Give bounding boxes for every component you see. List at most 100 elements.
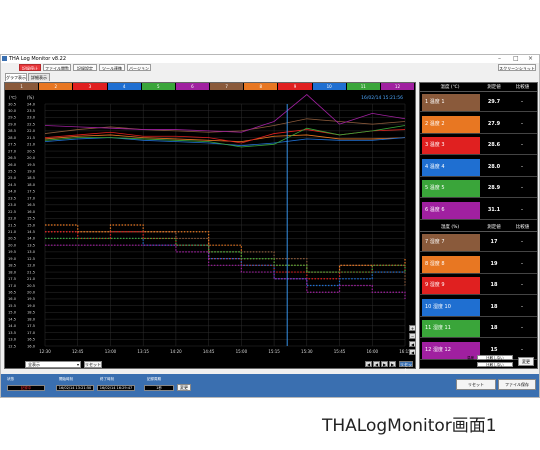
channel-header: 1 2 3 4 5 6 7 8 9 10 11 12 (5, 83, 416, 90)
save-file-button[interactable]: ファイル保存 (498, 379, 536, 390)
temp-header-compare: 比較値 (508, 83, 537, 92)
y-tick-left: 16.5 (8, 291, 16, 295)
scroll-right-fast-button[interactable]: ▶ (389, 361, 396, 367)
zoom-out-button[interactable]: − (409, 333, 416, 339)
y-tick-left: 17.5 (8, 277, 16, 281)
chevron-down-icon: ▾ (76, 362, 79, 367)
compare-humid-select[interactable]: 比較しない (477, 362, 513, 367)
scroll-left-fast-button[interactable]: ◀ (365, 361, 372, 367)
scroll-left-button[interactable]: ◀ (373, 361, 380, 367)
humid-row-compare: – (520, 303, 524, 310)
compare-temp-select[interactable]: 比較しない (477, 355, 513, 360)
tab-detail[interactable]: 詳細表示 (28, 73, 50, 81)
channel-tab-5[interactable]: 5 (141, 83, 176, 90)
temp-row-label[interactable]: 2 温度 2 (422, 115, 480, 133)
channel-tab-9[interactable]: 9 (278, 83, 313, 90)
y-tick-left: 13.5 (8, 331, 16, 335)
x-tick-label: 12:45 (72, 349, 84, 354)
humid-row-compare: – (520, 325, 524, 331)
humid-row-label[interactable]: 10 湿度 10 (422, 298, 480, 316)
humidity-series-line (45, 224, 406, 273)
app-window: THA Log Monitor v8.22 – □ × 記録停止 ファイル閲覧 … (0, 54, 540, 398)
scroll-down-button[interactable]: ◀ (409, 349, 416, 355)
y-tick-right: 16.0 (27, 210, 36, 214)
temp-row: 2 温度 2 27.9 – (420, 115, 537, 134)
scroll-right-button[interactable]: ▶ (381, 361, 388, 367)
channel-tab-6[interactable]: 6 (175, 83, 211, 90)
stop-record-button[interactable]: 記録停止 (19, 64, 41, 71)
close-icon[interactable]: × (528, 55, 533, 62)
y-tick-left: 29.5 (8, 116, 16, 120)
humid-row: 8 湿度 8 19 – (420, 255, 537, 274)
humid-row-value: 17 (490, 239, 498, 245)
temp-row-label[interactable]: 3 温度 3 (422, 137, 480, 154)
humid-row-label[interactable]: 7 湿度 7 (422, 234, 480, 251)
tab-graph[interactable]: グラフ表示 (5, 73, 27, 81)
channel-tab-8[interactable]: 8 (244, 83, 279, 90)
y-tick-left: 20.0 (8, 243, 17, 247)
y-tick-left: 25.5 (8, 170, 16, 174)
y-tick-left: 24.5 (8, 183, 16, 187)
temp-row: 6 温度 6 31.1 – (420, 201, 537, 220)
y-tick-right: 20.5 (27, 284, 35, 288)
chart-panel: 1 2 3 4 5 6 7 8 9 10 11 12 30.5 24.0 30.0 23.5 29.5 23.0… (4, 82, 416, 369)
minimize-icon[interactable]: – (498, 55, 501, 62)
zoom-in-button[interactable]: + (409, 325, 416, 331)
temp-row-value: 28.0 (487, 163, 501, 170)
x-tick-label: 15:15 (268, 349, 280, 354)
humid-row-compare: – (520, 260, 524, 267)
channel-tab-10[interactable]: 10 (312, 83, 347, 90)
channel-tab-11[interactable]: 11 (346, 83, 381, 90)
file-browse-button[interactable]: ファイル閲覧 (43, 64, 71, 71)
temp-row-compare: – (520, 120, 524, 127)
temp-row-value: 28.6 (487, 142, 501, 148)
temp-row-label[interactable]: 1 温度 1 (422, 94, 480, 111)
reset-button[interactable]: リセット (456, 379, 496, 390)
display-range-select[interactable]: 全表示 ▾ (25, 361, 81, 368)
channel-tab-1[interactable]: 1 (5, 83, 40, 90)
humid-row-value: 18 (490, 282, 498, 288)
maximize-icon[interactable]: □ (513, 55, 519, 62)
scroll-up-button[interactable]: ◀ (409, 341, 416, 347)
tool-link-button[interactable]: ツール連携 (99, 64, 125, 71)
channel-tab-3[interactable]: 3 (73, 83, 108, 90)
y-tick-right: 18.0 (27, 317, 36, 321)
humid-row-label[interactable]: 11 湿度 11 (422, 320, 480, 337)
humid-row-compare: – (520, 239, 524, 245)
humidity-series-line (45, 237, 406, 273)
display-range-value: 全表示 (28, 362, 40, 367)
temp-row-label[interactable]: 6 温度 6 (422, 201, 480, 219)
humid-row-label[interactable]: 9 湿度 9 (422, 277, 480, 294)
y-tick-left: 19.5 (8, 250, 16, 254)
y-tick-right: 19.0 (27, 170, 36, 174)
channel-tab-7[interactable]: 7 (210, 83, 245, 90)
channel-tab-2[interactable]: 2 (39, 83, 74, 90)
interval-label: 記録周期 (147, 377, 161, 381)
y-tick-right: 22.0 (27, 129, 36, 133)
temp-row: 5 温度 5 28.9 – (420, 179, 537, 198)
channel-tab-12[interactable]: 12 (380, 83, 416, 90)
y-tick-left: 15.5 (8, 304, 16, 308)
x-tick-label: 14:20 (170, 349, 182, 354)
display-reset-button[interactable]: リセット (84, 361, 102, 368)
y-tick-right: 17.5 (27, 190, 35, 194)
y-tick-right: 15.5 (27, 217, 35, 221)
channel-tab-4[interactable]: 4 (107, 83, 142, 90)
y-tick-left: 20.5 (8, 237, 16, 241)
humid-row-label[interactable]: 8 湿度 8 (422, 255, 480, 273)
temp-row-compare: – (520, 185, 524, 191)
display-reset-small-button[interactable]: リセット (399, 361, 413, 372)
record-settings-button[interactable]: 記録設定 (73, 64, 97, 71)
app-icon (2, 56, 7, 61)
line-chart: 30.5 24.0 30.0 23.5 29.5 23.0 29.0 22.5 28.5 22.0… (8, 94, 411, 354)
x-tick-label: 13:00 (105, 349, 117, 354)
version-button[interactable]: バージョン (127, 64, 151, 71)
interval-change-button[interactable]: 変更 (177, 384, 191, 391)
temp-row-label[interactable]: 5 温度 5 (422, 180, 480, 197)
temp-row-label[interactable]: 4 温度 4 (422, 158, 480, 176)
screenshot-button[interactable]: スクリーンショット (498, 64, 536, 71)
compare-change-button[interactable]: 変更 (518, 357, 534, 366)
state-value: 記録中 (7, 385, 45, 391)
temp-row: 4 温度 4 28.0 – (420, 158, 537, 177)
y-tick-left: 14.5 (8, 317, 16, 321)
